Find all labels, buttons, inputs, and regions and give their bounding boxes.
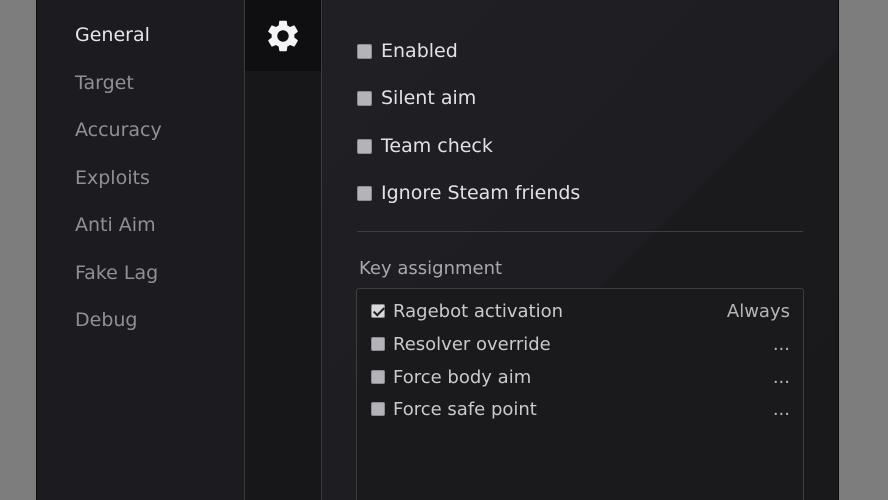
sidebar-item-general[interactable]: General [75,24,150,46]
sidebar: General Target Accuracy Exploits Anti Ai… [37,0,245,500]
ignore-steam-friends-label: Ignore Steam friends [381,182,581,204]
key-assignment-list: Ragebot activation Always Resolver overr… [356,288,804,500]
ragebot-activation-label: Ragebot activation [393,300,564,322]
sidebar-item-target[interactable]: Target [75,72,134,94]
force-safe-point-checkbox[interactable] [371,402,385,416]
key-row-resolver-override[interactable]: Resolver override ... [371,332,790,356]
team-check-checkbox[interactable] [357,138,372,154]
resolver-override-checkbox[interactable] [371,337,385,351]
sidebar-item-debug[interactable]: Debug [75,309,137,331]
settings-window: General Target Accuracy Exploits Anti Ai… [36,0,839,500]
enabled-checkbox[interactable] [357,43,372,59]
key-row-force-safe-point[interactable]: Force safe point ... [371,397,790,421]
team-check-checkbox-row[interactable]: Team check [357,135,493,157]
team-check-label: Team check [381,135,493,157]
key-row-ragebot-activation[interactable]: Ragebot activation Always [371,299,790,323]
force-body-aim-label: Force body aim [393,366,532,388]
force-safe-point-key-value[interactable]: ... [773,399,790,420]
silent-aim-checkbox-row[interactable]: Silent aim [357,87,476,109]
tab-general-settings[interactable] [245,0,321,71]
resolver-override-key-value[interactable]: ... [773,334,790,355]
force-body-aim-key-value[interactable]: ... [773,367,790,388]
ignore-steam-friends-checkbox-row[interactable]: Ignore Steam friends [357,182,580,204]
section-divider [357,231,803,232]
silent-aim-checkbox[interactable] [357,90,372,106]
sidebar-item-fake-lag[interactable]: Fake Lag [75,262,158,284]
resolver-override-label: Resolver override [393,333,551,355]
ragebot-activation-key-value[interactable]: Always [727,301,790,322]
gear-icon [268,20,298,51]
sidebar-item-accuracy[interactable]: Accuracy [75,119,162,141]
force-safe-point-label: Force safe point [393,398,537,420]
ignore-steam-friends-checkbox[interactable] [357,185,372,201]
sidebar-item-anti-aim[interactable]: Anti Aim [75,214,156,236]
key-assignment-title: Key assignment [359,258,503,279]
sidebar-item-exploits[interactable]: Exploits [75,167,150,189]
general-settings-panel: Enabled Silent aim Team check Ignore Ste… [322,0,838,500]
force-body-aim-checkbox[interactable] [371,370,385,384]
silent-aim-label: Silent aim [381,87,477,109]
icon-tab-bar [245,0,322,500]
ragebot-activation-checkbox[interactable] [371,304,385,318]
key-row-force-body-aim[interactable]: Force body aim ... [371,365,790,389]
enabled-label: Enabled [381,40,458,62]
enabled-checkbox-row[interactable]: Enabled [357,40,458,62]
